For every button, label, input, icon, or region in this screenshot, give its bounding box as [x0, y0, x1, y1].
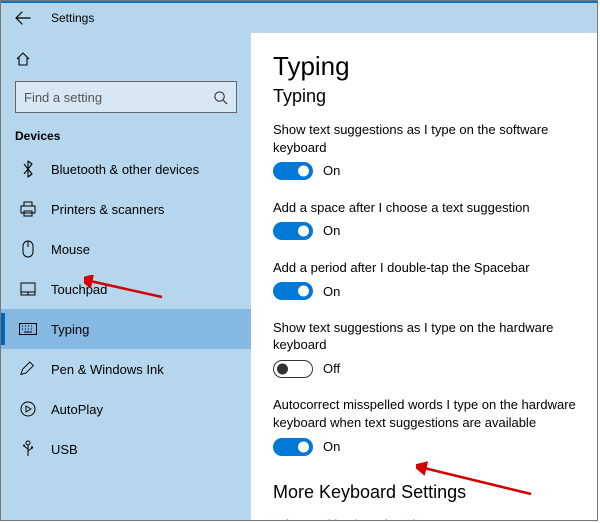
setting-add-period: Add a period after I double-tap the Spac… [273, 259, 577, 305]
mouse-icon [19, 240, 37, 258]
page-title: Typing [273, 51, 577, 82]
sidebar-nav: Bluetooth & other devices Printers & sca… [15, 149, 237, 469]
sidebar-item-mouse[interactable]: Mouse [15, 229, 237, 269]
toggle-hardware-suggestions[interactable]: Off [273, 360, 340, 378]
advanced-keyboard-link[interactable]: Advanced keyboard settings [273, 517, 436, 520]
keyboard-icon [19, 323, 37, 335]
autoplay-icon [19, 401, 37, 417]
sidebar-item-touchpad[interactable]: Touchpad [15, 269, 237, 309]
section-title-typing: Typing [273, 86, 577, 107]
section-title-more: More Keyboard Settings [273, 482, 577, 503]
title-bar: Settings [1, 3, 597, 33]
setting-label: Add a space after I choose a text sugges… [273, 199, 577, 217]
home-icon [15, 51, 31, 67]
setting-autocorrect: Autocorrect misspelled words I type on t… [273, 396, 577, 460]
sidebar: Find a setting Devices Bluetooth & other… [1, 33, 251, 520]
toggle-state: Off [323, 360, 340, 378]
sidebar-item-bluetooth[interactable]: Bluetooth & other devices [15, 149, 237, 189]
toggle-state: On [323, 222, 340, 240]
setting-label: Add a period after I double-tap the Spac… [273, 259, 577, 277]
content-pane: Typing Typing Show text suggestions as I… [251, 33, 597, 520]
setting-hardware-suggestions: Show text suggestions as I type on the h… [273, 319, 577, 383]
sidebar-item-label: Typing [51, 322, 89, 337]
sidebar-group-label: Devices [15, 129, 237, 143]
toggle-state: On [323, 438, 340, 456]
sidebar-item-usb[interactable]: USB [15, 429, 237, 469]
touchpad-icon [19, 282, 37, 296]
usb-icon [19, 440, 37, 458]
toggle-state: On [323, 283, 340, 301]
home-button[interactable] [15, 43, 237, 75]
pen-icon [19, 361, 37, 377]
sidebar-item-label: Mouse [51, 242, 90, 257]
app-title: Settings [51, 11, 94, 25]
toggle-software-suggestions[interactable]: On [273, 162, 340, 180]
sidebar-item-pen[interactable]: Pen & Windows Ink [15, 349, 237, 389]
sidebar-item-label: Touchpad [51, 282, 107, 297]
setting-software-suggestions: Show text suggestions as I type on the s… [273, 121, 577, 185]
setting-label: Autocorrect misspelled words I type on t… [273, 396, 577, 431]
toggle-add-space[interactable]: On [273, 222, 340, 240]
toggle-state: On [323, 162, 340, 180]
setting-add-space: Add a space after I choose a text sugges… [273, 199, 577, 245]
search-icon [213, 90, 228, 105]
search-input[interactable]: Find a setting [15, 81, 237, 113]
setting-label: Show text suggestions as I type on the s… [273, 121, 577, 156]
sidebar-item-label: Pen & Windows Ink [51, 362, 164, 377]
sidebar-item-label: Bluetooth & other devices [51, 162, 199, 177]
toggle-autocorrect[interactable]: On [273, 438, 340, 456]
toggle-add-period[interactable]: On [273, 282, 340, 300]
search-placeholder: Find a setting [24, 90, 102, 105]
sidebar-item-label: Printers & scanners [51, 202, 164, 217]
bluetooth-icon [19, 160, 37, 178]
sidebar-item-label: AutoPlay [51, 402, 103, 417]
sidebar-item-printers[interactable]: Printers & scanners [15, 189, 237, 229]
back-button[interactable] [7, 11, 39, 25]
setting-label: Show text suggestions as I type on the h… [273, 319, 577, 354]
printer-icon [19, 201, 37, 217]
sidebar-item-typing[interactable]: Typing [1, 309, 251, 349]
sidebar-item-autoplay[interactable]: AutoPlay [15, 389, 237, 429]
sidebar-item-label: USB [51, 442, 78, 457]
